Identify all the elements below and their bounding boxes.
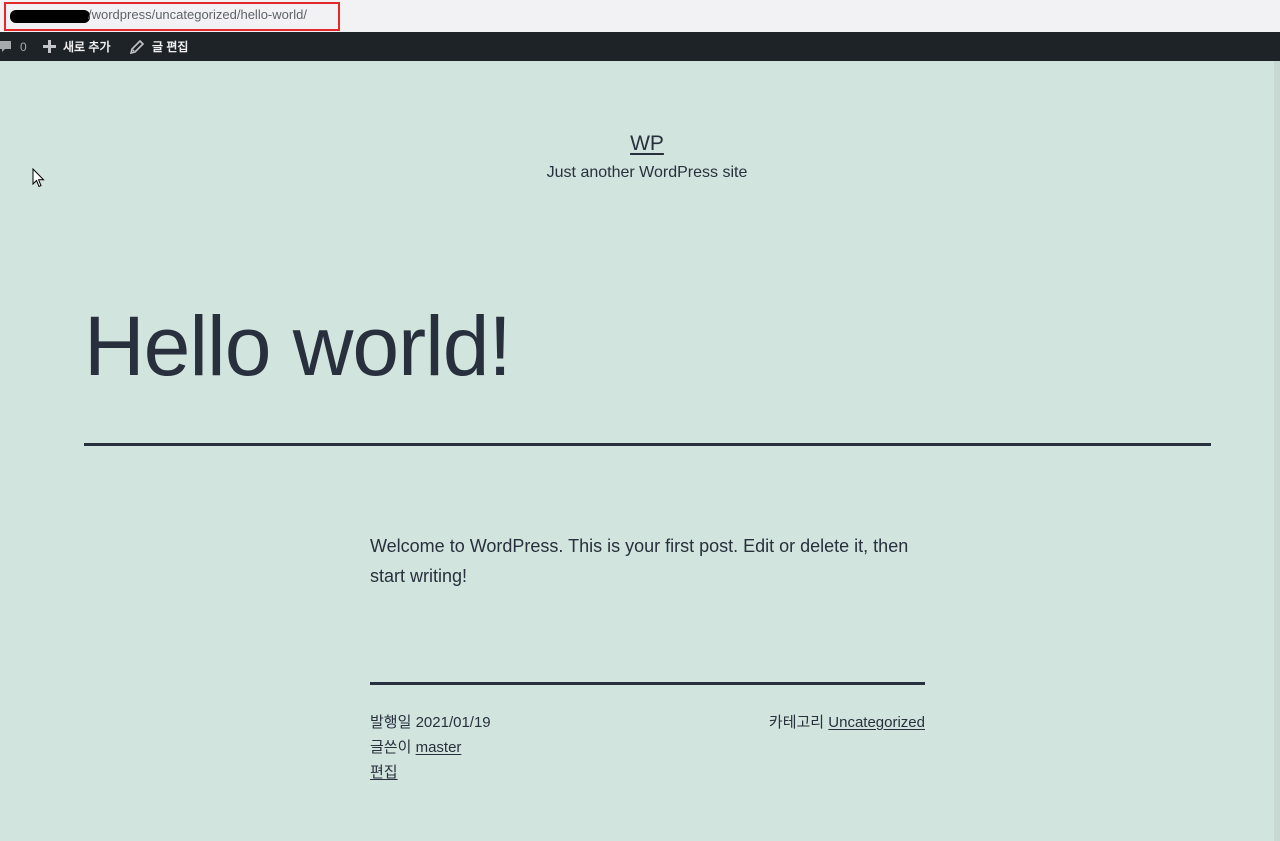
new-content-label: 새로 추가 [63,40,111,54]
admin-bar: 0 새로 추가 글 편집 [0,32,1280,61]
published-label: 발행일 [370,714,412,731]
author-link[interactable]: master [416,739,462,756]
footer-separator [370,682,925,685]
browser-address-bar[interactable]: /wordpress/uncategorized/hello-world/ [0,0,1280,32]
post-title: Hello world! [84,299,512,393]
plus-icon [43,40,56,53]
comment-icon [0,40,12,54]
post-category: 카테고리 Uncategorized [766,711,925,732]
category-link[interactable]: Uncategorized [828,714,925,731]
site-title: WP [0,132,1280,156]
site-title-link[interactable]: WP [630,132,664,155]
url-highlight-box [4,2,340,31]
post-published-date: 발행일 2021/01/19 [370,711,491,732]
category-label: 카테고리 [768,714,825,731]
comments-count: 0 [20,39,27,54]
site-description: Just another WordPress site [546,164,748,181]
admin-bar-comments[interactable]: 0 [0,32,27,61]
published-date: 2021/01/19 [415,714,491,731]
admin-bar-new-content[interactable]: 새로 추가 [43,32,111,61]
title-separator [84,443,1211,446]
edit-post-label: 글 편집 [152,40,189,54]
post-content: Welcome to WordPress. This is your first… [370,536,909,586]
edit-post-link[interactable]: 편집 [370,764,398,781]
post-edit: 편집 [370,761,398,782]
pencil-icon [130,39,144,54]
post-author: 글쓴이 master [370,736,461,757]
author-label: 글쓴이 [370,739,412,756]
admin-bar-edit-post[interactable]: 글 편집 [130,32,188,61]
